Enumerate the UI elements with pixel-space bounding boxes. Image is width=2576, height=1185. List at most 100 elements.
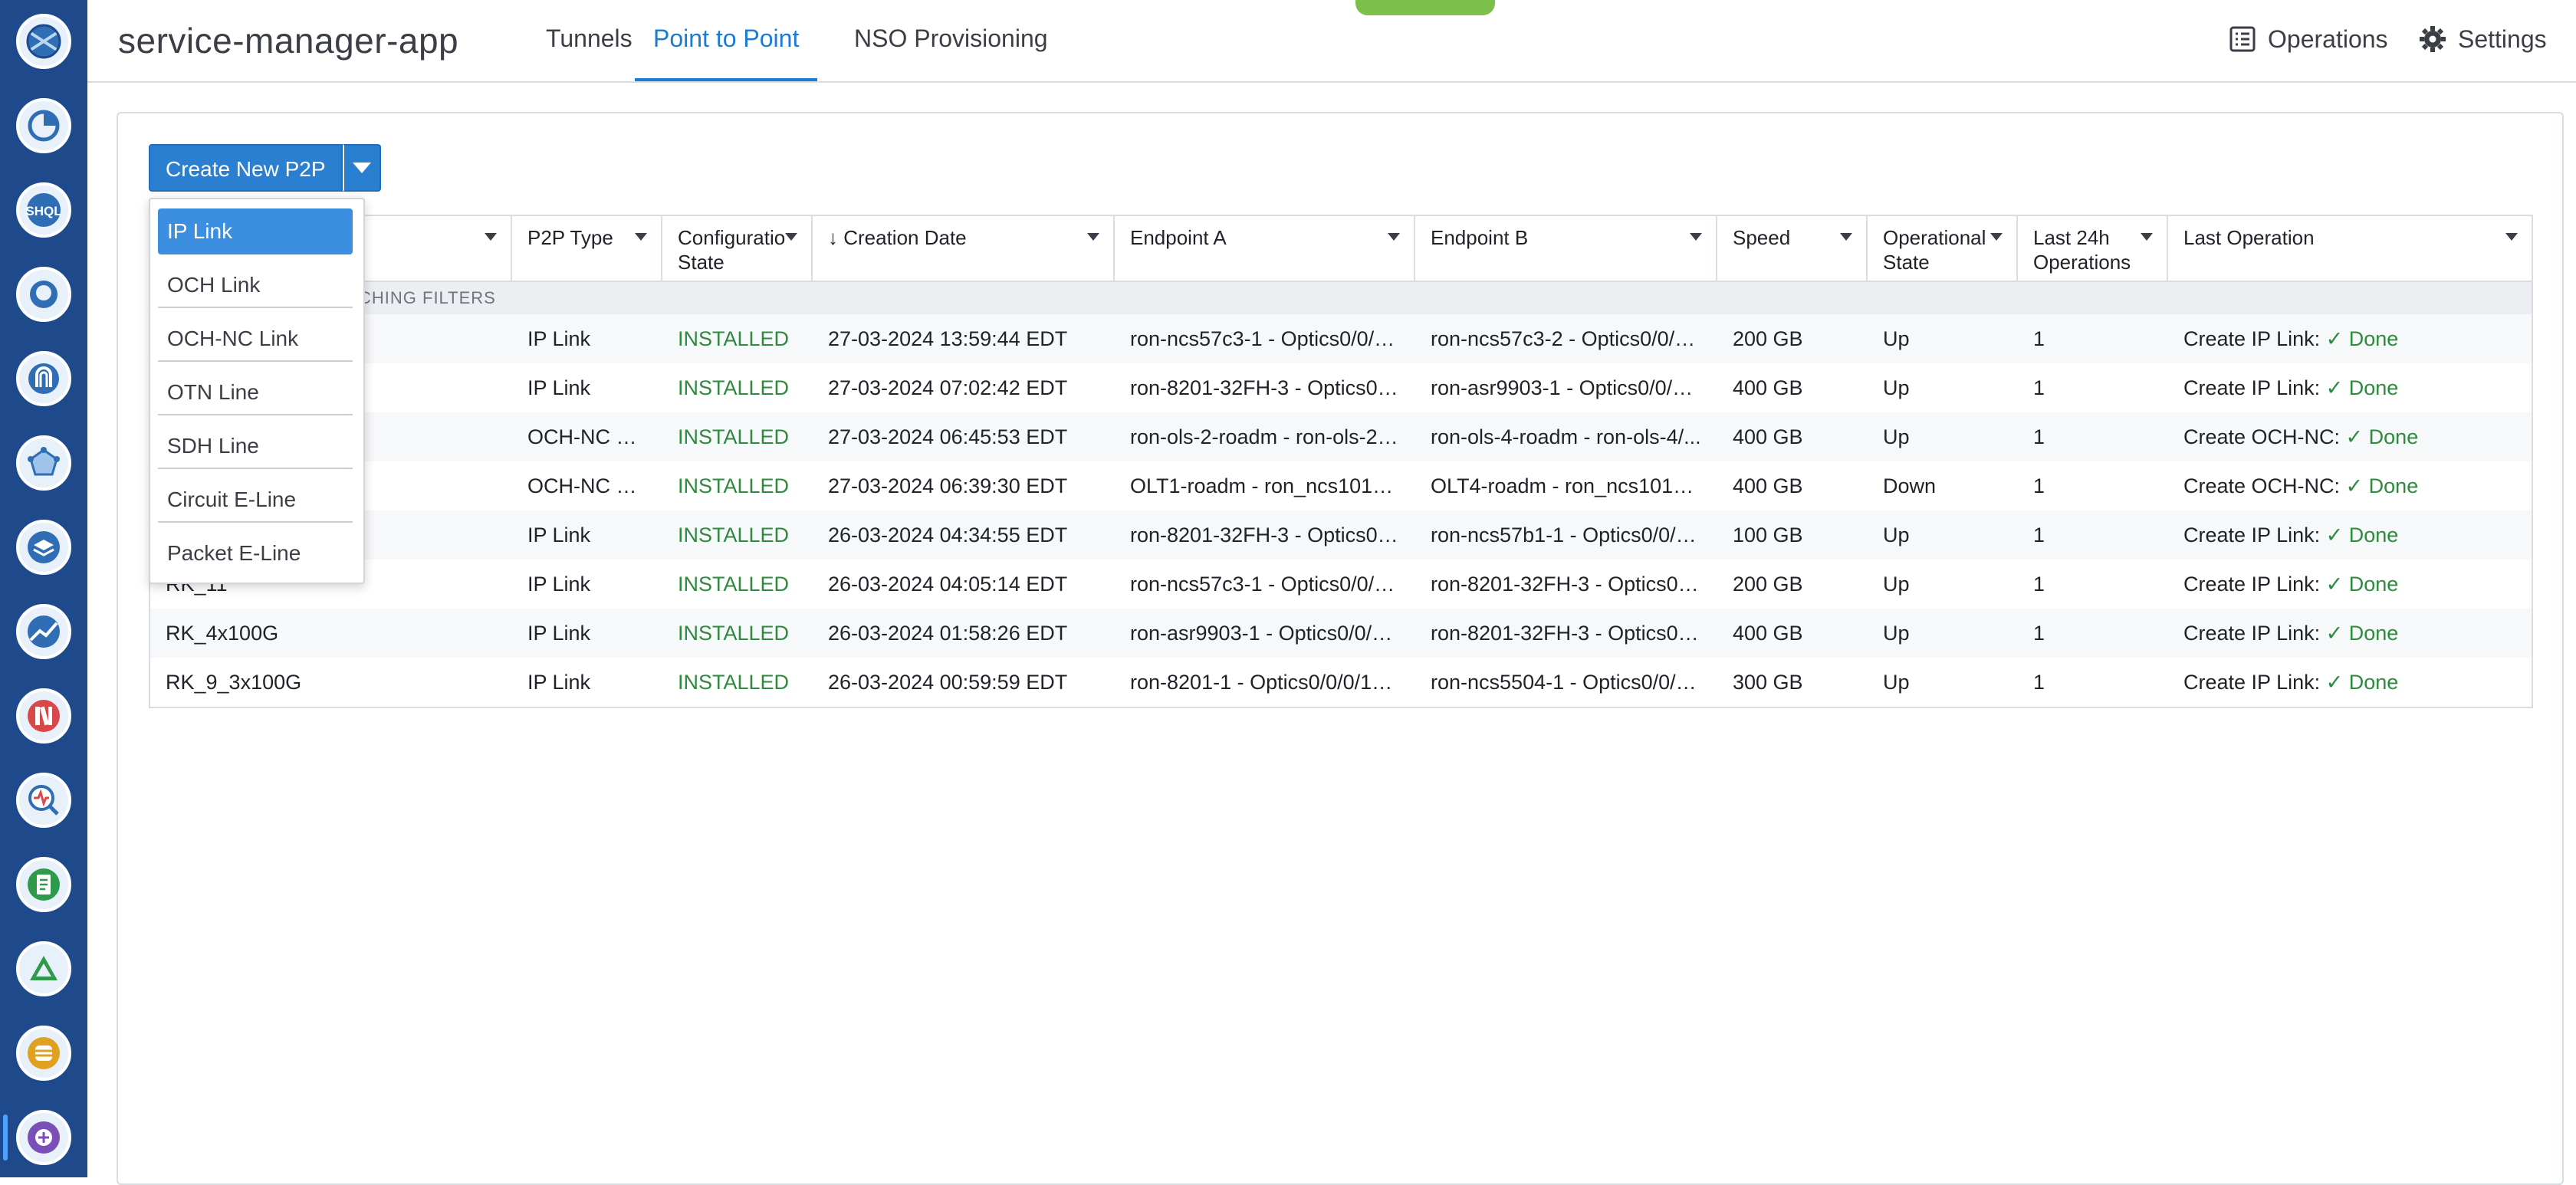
column-menu-icon[interactable] xyxy=(485,233,497,241)
dashboard-gauge-icon[interactable] xyxy=(16,98,71,153)
cell-config: INSTALLED xyxy=(678,671,790,694)
column-menu-icon[interactable] xyxy=(1990,233,2003,241)
table-row[interactable]: RK_11 IP Link INSTALLED 26-03-2024 04:05:14… xyxy=(150,560,2532,609)
books-icon[interactable] xyxy=(16,688,71,743)
done-status: ✓ Done xyxy=(2325,671,2399,694)
cell-speed: 200 GB xyxy=(1733,327,1803,350)
cell-last24: 1 xyxy=(2033,671,2045,694)
cell-op: Up xyxy=(1883,573,1910,596)
shql-icon[interactable]: SHQL xyxy=(16,182,71,238)
health-check-icon[interactable] xyxy=(16,773,71,828)
dropdown-item-och-nc-link[interactable]: OCH-NC Link xyxy=(158,316,353,362)
column-menu-icon[interactable] xyxy=(1087,233,1099,241)
topology-icon[interactable] xyxy=(16,435,71,491)
layers-icon[interactable] xyxy=(16,520,71,575)
cell-speed: 400 GB xyxy=(1733,622,1803,645)
col-endpoint-a[interactable]: Endpoint A xyxy=(1115,216,1415,282)
column-menu-icon[interactable] xyxy=(785,233,797,241)
cell-speed: 400 GB xyxy=(1733,425,1803,448)
dropdown-item-circuit-e-line[interactable]: Circuit E-Line xyxy=(158,477,353,523)
table-row[interactable]: OCH-NC Link INSTALLED 27-03-2024 06:45:53 … xyxy=(150,412,2532,461)
cell-op: Up xyxy=(1883,376,1910,399)
service-manager-icon[interactable] xyxy=(16,1110,71,1165)
cell-date: 26-03-2024 00:59:59 EDT xyxy=(828,671,1068,694)
cell-last24: 1 xyxy=(2033,622,2045,645)
col-operational-state[interactable]: Operational State xyxy=(1868,216,2018,282)
column-menu-icon[interactable] xyxy=(2505,233,2518,241)
done-status: ✓ Done xyxy=(2345,474,2419,497)
cell-speed: 100 GB xyxy=(1733,524,1803,547)
cell-type: IP Link xyxy=(527,573,591,596)
tab-tunnels[interactable]: Tunnels xyxy=(546,25,632,81)
p2p-type-dropdown: IP Link OCH Link OCH-NC Link OTN Line SD… xyxy=(149,198,365,584)
dropdown-item-ip-link[interactable]: IP Link xyxy=(158,208,353,254)
cell-last-op: Create OCH-NC: ✓ Done xyxy=(2183,425,2419,448)
gear-icon xyxy=(2420,26,2446,52)
table-row[interactable]: OCH-NC Link INSTALLED 27-03-2024 06:39:30 … xyxy=(150,461,2532,510)
cell-date: 26-03-2024 04:34:55 EDT xyxy=(828,524,1068,547)
dropdown-item-sdh-line[interactable]: SDH Line xyxy=(158,423,353,469)
cell-epa: OLT1-roadm - ron_ncs1010_... xyxy=(1130,474,1413,497)
cell-last-op: Create IP Link: ✓ Done xyxy=(2183,622,2399,645)
done-status: ✓ Done xyxy=(2325,573,2399,596)
col-p2p-type[interactable]: P2P Type xyxy=(512,216,662,282)
col-last-operation[interactable]: Last Operation xyxy=(2168,216,2532,282)
column-menu-icon[interactable] xyxy=(2141,233,2153,241)
settings-button[interactable]: Settings xyxy=(2418,25,2547,54)
tab-point-to-point[interactable]: Point to Point xyxy=(635,25,818,81)
col-creation-date[interactable]: ↓ Creation Date xyxy=(813,216,1115,282)
dropdown-item-och-link[interactable]: OCH Link xyxy=(158,262,353,308)
table-row[interactable]: yIP LinkINSTALLED27-03-2024 07:02:42 EDT… xyxy=(150,363,2532,412)
cell-config: INSTALLED xyxy=(678,524,790,547)
cell-type: OCH-NC Link xyxy=(527,474,655,497)
cell-config: INSTALLED xyxy=(678,376,790,399)
cell-config: INSTALLED xyxy=(678,573,790,596)
col-speed[interactable]: Speed xyxy=(1717,216,1868,282)
cell-speed: 200 GB xyxy=(1733,573,1803,596)
cell-op: Down xyxy=(1883,474,1937,497)
column-menu-icon[interactable] xyxy=(1690,233,1702,241)
cell-last-op: Create IP Link: ✓ Done xyxy=(2183,376,2399,399)
create-p2p-split-button: Create New P2P xyxy=(149,144,381,192)
cell-op: Up xyxy=(1883,524,1910,547)
tab-nso-provisioning[interactable]: NSO Provisioning xyxy=(854,25,1048,81)
operations-button[interactable]: Operations xyxy=(2228,25,2388,54)
dropdown-item-otn-line[interactable]: OTN Line xyxy=(158,369,353,415)
cell-epa: ron-asr9903-1 - Optics0/0/1/... xyxy=(1130,622,1407,645)
cell-last24: 1 xyxy=(2033,327,2045,350)
col-config-state[interactable]: Configuratio State xyxy=(662,216,813,282)
cell-last-op: Create IP Link: ✓ Done xyxy=(2183,573,2399,596)
col-last-24h-operations[interactable]: Last 24h Operations xyxy=(2018,216,2168,282)
create-p2p-button[interactable]: Create New P2P xyxy=(149,144,343,192)
chat-bubble-icon[interactable] xyxy=(16,267,71,322)
service-stack-icon[interactable] xyxy=(16,1026,71,1081)
column-menu-icon[interactable] xyxy=(1388,233,1400,241)
trend-chart-icon[interactable] xyxy=(16,604,71,659)
triangle-network-icon[interactable] xyxy=(16,941,71,996)
tunnel-icon[interactable] xyxy=(16,351,71,406)
table-row[interactable]: IP Link INSTALLED 26-03-2024 04:34:55 EDT r… xyxy=(150,510,2532,560)
column-menu-icon[interactable] xyxy=(635,233,647,241)
table-row[interactable]: RK_9_3x100G IP Link INSTALLED 26-03-2024 00… xyxy=(150,658,2532,707)
cell-op: Up xyxy=(1883,425,1910,448)
cell-type: IP Link xyxy=(527,524,591,547)
cell-config: INSTALLED xyxy=(678,622,790,645)
column-menu-icon[interactable] xyxy=(1840,233,1852,241)
dropdown-item-packet-e-line[interactable]: Packet E-Line xyxy=(158,530,353,576)
status-pill[interactable] xyxy=(1355,0,1495,15)
cell-speed: 300 GB xyxy=(1733,671,1803,694)
cell-date: 27-03-2024 07:02:42 EDT xyxy=(828,376,1068,399)
cell-epb: ron-asr9903-1 - Optics0/0/1/... xyxy=(1431,376,1707,399)
cell-date: 26-03-2024 01:58:26 EDT xyxy=(828,622,1068,645)
table-row[interactable]: RK_4x100G IP Link INSTALLED 26-03-2024 01:5… xyxy=(150,609,2532,658)
cell-config: INSTALLED xyxy=(678,474,790,497)
document-icon[interactable] xyxy=(16,857,71,912)
cell-name: RK_9_3x100G xyxy=(166,671,302,694)
cell-epa: ron-8201-32FH-3 - Optics0/0... xyxy=(1130,376,1412,399)
globe-icon[interactable] xyxy=(16,14,71,69)
create-p2p-dropdown-toggle[interactable] xyxy=(342,144,381,192)
cell-date: 27-03-2024 13:59:44 EDT xyxy=(828,327,1068,350)
settings-label: Settings xyxy=(2458,25,2547,53)
col-endpoint-b[interactable]: Endpoint B xyxy=(1415,216,1717,282)
table-row[interactable]: .6QAM_1x1.2...IP LinkINSTALLED27-03-2024… xyxy=(150,314,2532,363)
